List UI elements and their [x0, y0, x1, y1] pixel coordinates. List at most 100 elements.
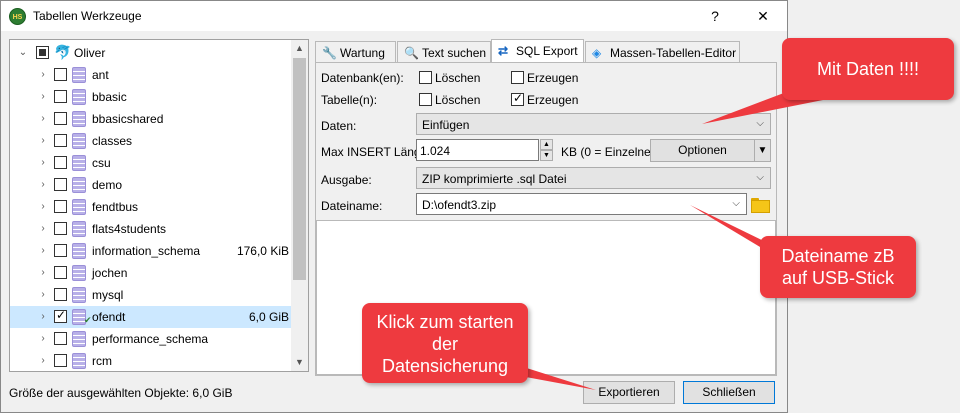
db-create-checkbox[interactable]	[511, 71, 524, 84]
database-icon	[72, 331, 86, 347]
chevron-right-icon[interactable]: ›	[38, 311, 48, 323]
tree-row-bbasicshared[interactable]: › bbasicshared	[10, 108, 293, 130]
close-window-button[interactable]: ✕	[741, 1, 785, 31]
scroll-up-icon[interactable]: ▲	[291, 40, 308, 57]
output-select[interactable]: ZIP komprimierte .sql Datei ⌵	[416, 167, 771, 189]
databases-label: Datenbank(en):	[321, 71, 404, 85]
layers-icon: ◈	[592, 46, 602, 60]
chevron-right-icon[interactable]: ›	[38, 179, 48, 191]
help-button[interactable]: ?	[693, 1, 737, 31]
tree-item-checkbox[interactable]	[54, 68, 67, 81]
tree-item-checkbox[interactable]	[54, 332, 67, 345]
tree-item-label: demo	[92, 178, 123, 192]
filename-label: Dateiname:	[321, 199, 383, 213]
table-create-checkbox[interactable]	[511, 91, 524, 106]
chevron-right-icon[interactable]: ›	[38, 157, 48, 169]
close-button[interactable]: Schließen	[683, 381, 775, 404]
tree-item-label: performance_schema	[92, 332, 209, 346]
chevron-right-icon[interactable]: ›	[38, 333, 48, 345]
scrollbar-thumb[interactable]	[293, 58, 306, 280]
tree-item-checkbox[interactable]	[54, 354, 67, 367]
callout-text: Klick zum starten	[376, 312, 514, 332]
database-icon	[72, 199, 86, 215]
chevron-right-icon[interactable]: ›	[38, 267, 48, 279]
chevron-right-icon[interactable]: ›	[38, 91, 48, 103]
tree-row-rcm[interactable]: › rcm	[10, 350, 293, 371]
chevron-right-icon[interactable]: ›	[38, 223, 48, 235]
table-delete-checkbox[interactable]	[419, 93, 432, 106]
tab-label: Text suchen	[422, 46, 487, 60]
folder-icon[interactable]	[750, 195, 770, 213]
tree-item-checkbox[interactable]	[54, 266, 67, 279]
tab-label: Wartung	[340, 46, 385, 60]
chevron-right-icon[interactable]: ›	[38, 69, 48, 81]
tree-row-csu[interactable]: › csu	[10, 152, 293, 174]
chevron-right-icon[interactable]: ›	[38, 289, 48, 301]
data-mode-select[interactable]: Einfügen ⌵	[416, 113, 771, 135]
app-logo-icon: HS	[9, 8, 26, 25]
tree-item-checkbox[interactable]	[54, 90, 67, 103]
database-icon	[72, 287, 86, 303]
database-icon	[72, 265, 86, 281]
tree-root-label: Oliver	[74, 46, 106, 60]
tree-item-checkbox[interactable]	[54, 222, 67, 235]
tab-sql-export[interactable]: ⇄ SQL Export	[491, 39, 584, 63]
tab-wartung[interactable]: 🔧 Wartung	[315, 41, 396, 63]
tree-row-flats4students[interactable]: › flats4students	[10, 218, 293, 240]
chevron-right-icon[interactable]: ›	[38, 135, 48, 147]
tree-scrollbar[interactable]: ▲ ▼	[291, 40, 308, 371]
chevron-right-icon[interactable]: ›	[38, 355, 48, 367]
chevron-right-icon[interactable]: ›	[38, 201, 48, 213]
title-bar: HS Tabellen Werkzeuge ? ✕	[1, 1, 787, 31]
output-label: Ausgabe:	[321, 173, 372, 187]
tree-item-size: 176,0 KiB	[236, 244, 289, 258]
chevron-down-icon[interactable]: ⌄	[18, 47, 28, 59]
spin-up-icon[interactable]: ▲	[540, 139, 553, 150]
filename-value: D:\ofendt3.zip	[422, 198, 497, 212]
tree-row-classes[interactable]: › classes	[10, 130, 293, 152]
tree-item-label: ofendt	[92, 310, 126, 324]
tree-item-checkbox[interactable]	[54, 308, 67, 323]
options-dropdown-button[interactable]: ▼	[754, 139, 771, 162]
mysql-dolphin-icon: 🐬	[54, 44, 72, 60]
filename-combobox[interactable]: D:\ofendt3.zip ⌵	[416, 193, 747, 215]
tree-item-checkbox[interactable]	[54, 200, 67, 213]
chevron-right-icon[interactable]: ›	[38, 245, 48, 257]
export-arrows-icon: ⇄	[498, 44, 509, 58]
tree-row-fendtbus[interactable]: › fendtbus	[10, 196, 293, 218]
root-checkbox[interactable]	[36, 46, 49, 59]
tree-row-bbasic[interactable]: › bbasic	[10, 86, 293, 108]
max-insert-stepper[interactable]: ▲ ▼	[540, 139, 553, 161]
magnifier-icon: 🔍	[404, 46, 419, 60]
tree-row-information-schema[interactable]: › information_schema 176,0 KiB	[10, 240, 293, 262]
tree-row-jochen[interactable]: › jochen	[10, 262, 293, 284]
max-insert-input[interactable]: 1.024	[416, 139, 539, 161]
window-title: Tabellen Werkzeuge	[33, 9, 142, 23]
tab-text-suchen[interactable]: 🔍 Text suchen	[397, 41, 491, 63]
scroll-down-icon[interactable]: ▼	[291, 354, 308, 371]
callout-text: Mit Daten !!!!	[816, 59, 920, 79]
tree-item-checkbox[interactable]	[54, 156, 67, 169]
tree-item-checkbox[interactable]	[54, 134, 67, 147]
database-tree[interactable]: ⌄ 🐬 Oliver › ant › bbasic › bbasicshared › clas…	[9, 39, 309, 372]
tree-item-label: ant	[92, 68, 109, 82]
table-create-label: Erzeugen	[527, 93, 579, 107]
spin-down-icon[interactable]: ▼	[540, 150, 553, 161]
tree-row-ant[interactable]: › ant	[10, 64, 293, 86]
tree-row-performance-schema[interactable]: › performance_schema	[10, 328, 293, 350]
export-button[interactable]: Exportieren	[583, 381, 675, 404]
options-button[interactable]: Optionen	[650, 139, 755, 162]
database-icon	[72, 353, 86, 369]
tab-massen-tabellen-editor[interactable]: ◈ Massen-Tabellen-Editor	[585, 41, 740, 63]
tree-item-checkbox[interactable]	[54, 112, 67, 125]
tree-row-ofendt[interactable]: › ✔ofendt 6,0 GiB	[10, 306, 293, 328]
tree-item-checkbox[interactable]	[54, 178, 67, 191]
tree-row-mysql[interactable]: › mysql	[10, 284, 293, 306]
tree-item-checkbox[interactable]	[54, 244, 67, 257]
db-delete-checkbox[interactable]	[419, 71, 432, 84]
chevron-right-icon[interactable]: ›	[38, 113, 48, 125]
tree-item-checkbox[interactable]	[54, 288, 67, 301]
data-label: Daten:	[321, 119, 357, 133]
tree-root-row[interactable]: ⌄ 🐬 Oliver	[10, 42, 293, 64]
tree-row-demo[interactable]: › demo	[10, 174, 293, 196]
